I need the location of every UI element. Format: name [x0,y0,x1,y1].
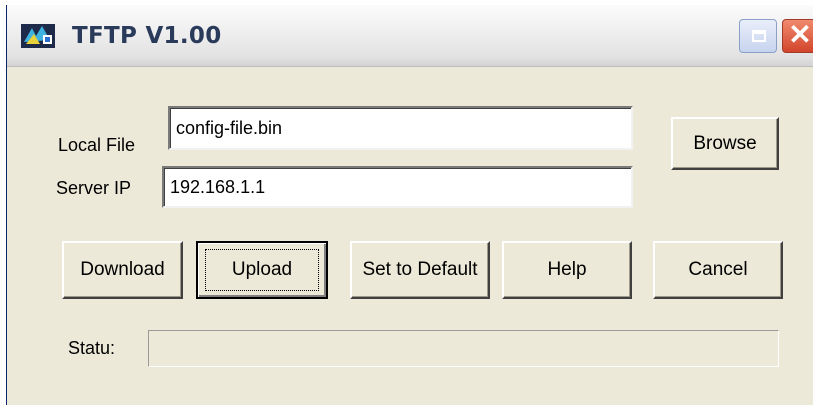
download-button[interactable]: Download [62,241,183,299]
browse-button-label: Browse [693,132,757,154]
browse-button[interactable]: Browse [671,117,779,170]
window-title: TFTP V1.00 [72,23,222,49]
restore-icon [752,30,766,42]
server-ip-label: Server IP [56,178,132,198]
status-field [148,330,779,367]
set-to-default-button-label: Set to Default [362,259,478,280]
local-file-label: Local File [58,135,136,155]
set-to-default-button[interactable]: Set to Default [350,241,490,299]
tftp-app-icon [21,24,55,48]
tftp-window: TFTP V1.00 ✕ Local File Server IP Browse… [6,5,813,405]
restore-button[interactable] [739,19,777,53]
upload-button-label: Upload [231,259,293,280]
upload-button[interactable]: Upload [196,241,328,299]
server-ip-input[interactable] [162,166,633,208]
close-icon: ✕ [788,19,812,50]
download-button-label: Download [80,259,165,280]
local-file-input[interactable] [168,106,633,150]
help-button-label: Help [547,259,587,280]
help-button[interactable]: Help [502,241,632,299]
status-label: Statu: [68,338,116,358]
cancel-button-label: Cancel [688,259,748,280]
title-bar[interactable]: TFTP V1.00 ✕ [7,5,813,67]
cancel-button[interactable]: Cancel [653,241,783,299]
close-button[interactable]: ✕ [782,19,813,53]
